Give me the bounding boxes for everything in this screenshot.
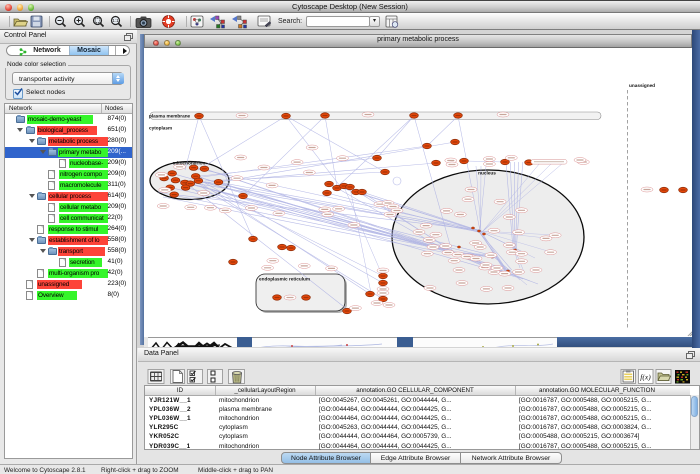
- svg-text:unassigned: unassigned: [629, 83, 655, 88]
- svg-text:plasma membrane: plasma membrane: [149, 114, 191, 119]
- svg-text:nucleus: nucleus: [478, 171, 496, 176]
- svg-text:endoplasmic reticulum: endoplasmic reticulum: [259, 277, 310, 282]
- svg-text:1:1: 1:1: [112, 18, 119, 23]
- svg-text:cytoplasm: cytoplasm: [149, 126, 172, 131]
- svg-text:mitochondrion: mitochondrion: [173, 161, 206, 166]
- svg-text:f(x): f(x): [640, 373, 651, 382]
